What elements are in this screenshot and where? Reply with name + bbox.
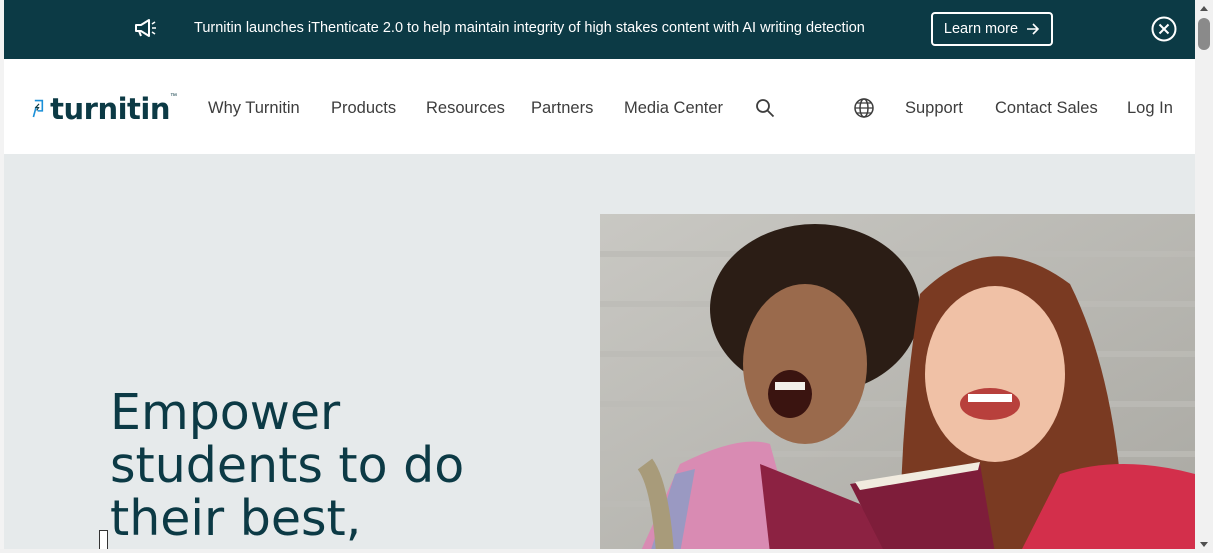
scroll-thumb[interactable] bbox=[1198, 18, 1210, 50]
scroll-down-arrow-icon[interactable] bbox=[1199, 539, 1209, 549]
hero-title: Empower students to do their best, bbox=[110, 386, 530, 545]
hero-section: Empower students to do their best, bbox=[4, 154, 1195, 553]
window-bottom-edge bbox=[0, 549, 1195, 553]
hero-photo bbox=[600, 214, 1195, 553]
nav-media-center[interactable]: Media Center bbox=[624, 99, 723, 118]
banner-message: Turnitin launches iThenticate 2.0 to hel… bbox=[194, 20, 865, 36]
learn-more-button[interactable]: Learn more bbox=[931, 12, 1053, 46]
learn-more-label: Learn more bbox=[943, 21, 1019, 37]
megaphone-icon bbox=[135, 19, 156, 37]
nav-contact-sales[interactable]: Contact Sales bbox=[995, 99, 1098, 118]
globe-icon[interactable] bbox=[853, 97, 875, 119]
close-circle-icon[interactable] bbox=[1151, 16, 1177, 42]
vertical-scrollbar[interactable] bbox=[1195, 0, 1213, 553]
announcement-banner: Turnitin launches iThenticate 2.0 to hel… bbox=[4, 0, 1195, 59]
arrow-right-icon bbox=[1027, 23, 1040, 35]
site-header: turnitin ™ Why Turnitin Products Resourc… bbox=[4, 59, 1195, 154]
scroll-up-arrow-icon[interactable] bbox=[1199, 4, 1209, 14]
nav-why-turnitin[interactable]: Why Turnitin bbox=[208, 99, 300, 118]
nav-log-in[interactable]: Log In bbox=[1127, 99, 1173, 118]
logo-trademark: ™ bbox=[170, 93, 177, 100]
search-icon[interactable] bbox=[755, 98, 775, 118]
nav-products[interactable]: Products bbox=[331, 99, 396, 118]
text-cursor bbox=[99, 530, 108, 550]
hero-title-line-1: Empower bbox=[110, 384, 341, 441]
logo-wordmark: turnitin bbox=[50, 92, 170, 126]
hero-title-line-2: students to do bbox=[110, 437, 465, 494]
hero-title-line-3: their best, bbox=[110, 490, 362, 547]
nav-support[interactable]: Support bbox=[905, 99, 963, 118]
turnitin-logo[interactable]: turnitin ™ bbox=[32, 87, 177, 131]
turnitin-logo-mark-icon bbox=[32, 99, 44, 118]
nav-partners[interactable]: Partners bbox=[531, 99, 593, 118]
nav-resources[interactable]: Resources bbox=[426, 99, 505, 118]
